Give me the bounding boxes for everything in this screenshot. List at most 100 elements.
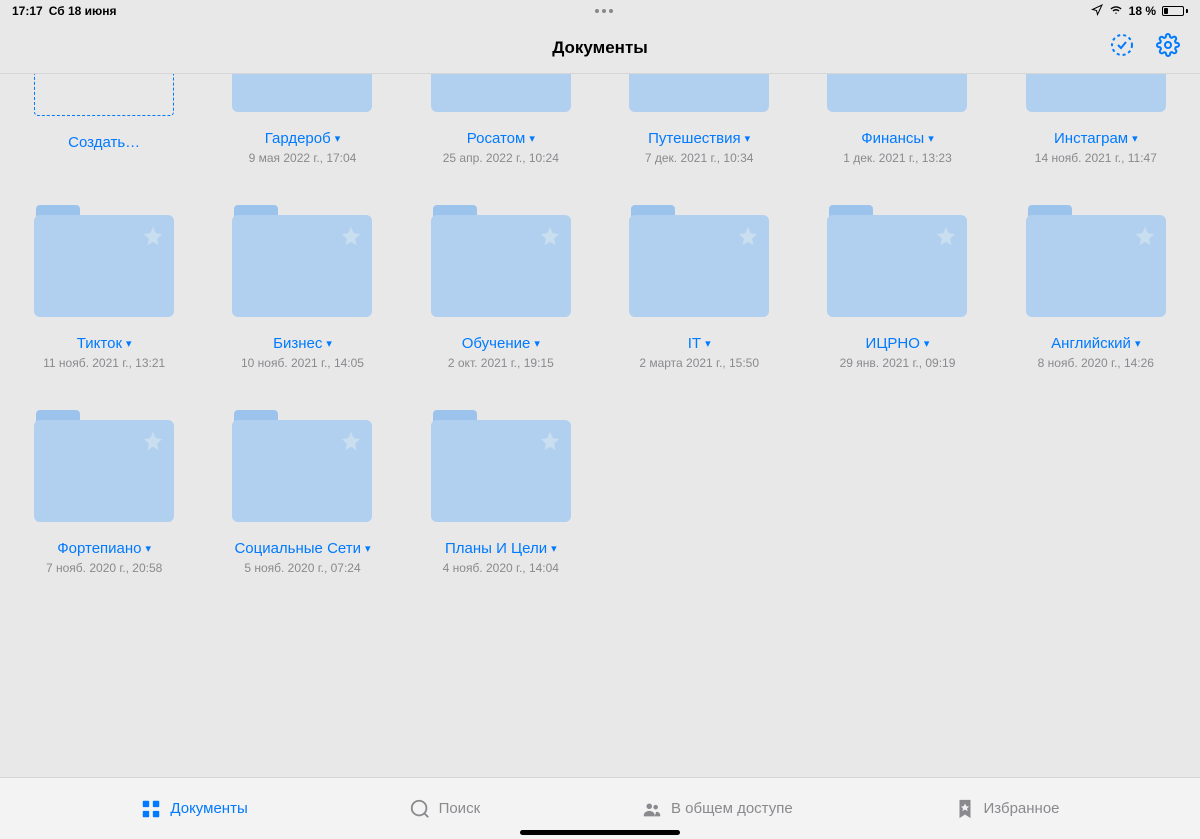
folder-icon[interactable]	[431, 410, 571, 522]
chevron-down-icon: ▾	[126, 337, 132, 350]
folder-date: 9 мая 2022 г., 17:04	[249, 151, 357, 165]
folder-name-label: Гардероб	[265, 130, 331, 147]
folder-tile[interactable]: Тикток ▾ 11 нояб. 2021 г., 13:21	[30, 205, 178, 370]
star-icon	[142, 430, 164, 457]
folder-icon[interactable]	[1026, 205, 1166, 317]
status-left: 17:17 Сб 18 июня	[12, 4, 117, 18]
wifi-icon	[1109, 4, 1123, 19]
star-icon	[935, 225, 957, 252]
folder-icon[interactable]	[431, 74, 571, 112]
folder-date: 2 окт. 2021 г., 19:15	[448, 356, 554, 370]
status-date: Сб 18 июня	[49, 4, 117, 18]
chevron-down-icon: ▾	[924, 337, 930, 350]
folder-icon[interactable]	[232, 74, 372, 112]
tab-documents-label: Документы	[170, 800, 247, 817]
folder-tile[interactable]: Бизнес ▾ 10 нояб. 2021 г., 14:05	[228, 205, 376, 370]
tab-shared[interactable]: В общем доступе	[641, 798, 793, 820]
select-badge-icon[interactable]	[1110, 33, 1134, 62]
folder-date: 4 нояб. 2020 г., 14:04	[443, 561, 559, 575]
status-right: 18 %	[1091, 4, 1188, 19]
folder-tile[interactable]: Инстаграм ▾ 14 нояб. 2021 г., 11:47	[1022, 74, 1170, 165]
folder-date: 11 нояб. 2021 г., 13:21	[43, 356, 165, 370]
star-icon	[539, 225, 561, 252]
chevron-down-icon: ▾	[326, 337, 332, 350]
folder-tile[interactable]: ИЦРНО ▾ 29 янв. 2021 г., 09:19	[823, 205, 971, 370]
folder-name[interactable]: Бизнес ▾	[273, 335, 332, 352]
star-icon	[340, 430, 362, 457]
tab-shared-label: В общем доступе	[671, 800, 793, 817]
status-time: 17:17	[12, 4, 43, 18]
folder-name[interactable]: Обучение ▾	[462, 335, 540, 352]
folder-tile[interactable]: IT ▾ 2 марта 2021 г., 15:50	[625, 205, 773, 370]
star-icon	[340, 225, 362, 252]
folder-name[interactable]: Тикток ▾	[77, 335, 132, 352]
status-bar: 17:17 Сб 18 июня 18 %	[0, 0, 1200, 22]
folder-name[interactable]: Социальные Сети ▾	[234, 540, 370, 557]
folder-name[interactable]: ИЦРНО ▾	[866, 335, 930, 352]
folder-name[interactable]: Планы И Цели ▾	[445, 540, 557, 557]
folder-name[interactable]: Английский ▾	[1051, 335, 1140, 352]
folder-tile[interactable]: Росатом ▾ 25 апр. 2022 г., 10:24	[427, 74, 575, 165]
folder-icon[interactable]	[827, 74, 967, 112]
chevron-down-icon: ▾	[1135, 337, 1141, 350]
folder-name-label: Социальные Сети	[234, 540, 361, 557]
multitask-dots[interactable]	[595, 9, 613, 13]
tab-favorites[interactable]: Избранное	[954, 798, 1060, 820]
create-label: Создать…	[68, 134, 140, 151]
battery-icon	[1162, 6, 1188, 16]
folder-icon[interactable]	[827, 205, 967, 317]
folder-tile[interactable]: Социальные Сети ▾ 5 нояб. 2020 г., 07:24	[228, 410, 376, 575]
folder-icon[interactable]	[232, 205, 372, 317]
folder-name[interactable]: Путешествия ▾	[648, 130, 750, 147]
chevron-down-icon: ▾	[365, 542, 371, 555]
folder-icon[interactable]	[34, 410, 174, 522]
tab-documents[interactable]: Документы	[140, 798, 247, 820]
folder-name-label: Бизнес	[273, 335, 322, 352]
folder-name-label: Путешествия	[648, 130, 741, 147]
star-icon	[142, 225, 164, 252]
folder-icon[interactable]	[232, 410, 372, 522]
chevron-down-icon: ▾	[335, 132, 341, 145]
battery-percent: 18 %	[1129, 4, 1156, 18]
folder-name-label: Тикток	[77, 335, 122, 352]
home-indicator[interactable]	[520, 830, 680, 835]
chevron-down-icon: ▾	[928, 132, 934, 145]
folder-name[interactable]: Инстаграм ▾	[1054, 130, 1138, 147]
folder-icon[interactable]	[1026, 74, 1166, 112]
star-icon	[1134, 225, 1156, 252]
tab-favorites-label: Избранное	[984, 800, 1060, 817]
tab-search-label: Поиск	[439, 800, 481, 817]
folder-tile[interactable]: Фортепиано ▾ 7 нояб. 2020 г., 20:58	[30, 410, 178, 575]
folder-date: 29 янв. 2021 г., 09:19	[840, 356, 956, 370]
folder-name[interactable]: Гардероб ▾	[265, 130, 341, 147]
folder-tile[interactable]: Гардероб ▾ 9 мая 2022 г., 17:04	[228, 74, 376, 165]
folder-date: 7 нояб. 2020 г., 20:58	[46, 561, 162, 575]
create-tile[interactable]: Создать…	[30, 74, 178, 165]
folder-name[interactable]: IT ▾	[688, 335, 711, 352]
folder-icon[interactable]	[34, 205, 174, 317]
folder-icon[interactable]	[629, 205, 769, 317]
folder-date: 14 нояб. 2021 г., 11:47	[1035, 151, 1157, 165]
chevron-down-icon: ▾	[146, 542, 152, 555]
folder-tile[interactable]: Финансы ▾ 1 дек. 2021 г., 13:23	[823, 74, 971, 165]
folder-icon[interactable]	[629, 74, 769, 112]
gear-icon[interactable]	[1156, 33, 1180, 62]
folder-name[interactable]: Финансы ▾	[861, 130, 934, 147]
folder-tile[interactable]: Путешествия ▾ 7 дек. 2021 г., 10:34	[625, 74, 773, 165]
folder-tile[interactable]: Обучение ▾ 2 окт. 2021 г., 19:15	[427, 205, 575, 370]
folder-date: 1 дек. 2021 г., 13:23	[843, 151, 952, 165]
folder-name-label: IT	[688, 335, 701, 352]
folder-date: 8 нояб. 2020 г., 14:26	[1038, 356, 1154, 370]
folder-tile[interactable]: Английский ▾ 8 нояб. 2020 г., 14:26	[1022, 205, 1170, 370]
folder-date: 2 марта 2021 г., 15:50	[639, 356, 759, 370]
folder-date: 25 апр. 2022 г., 10:24	[443, 151, 559, 165]
folder-icon[interactable]	[431, 205, 571, 317]
create-box[interactable]	[34, 74, 174, 116]
chevron-down-icon: ▾	[745, 132, 751, 145]
folder-name-label: Фортепиано	[57, 540, 141, 557]
folder-tile[interactable]: Планы И Цели ▾ 4 нояб. 2020 г., 14:04	[427, 410, 575, 575]
folder-name[interactable]: Росатом ▾	[467, 130, 535, 147]
tab-search[interactable]: Поиск	[409, 798, 481, 820]
folder-name[interactable]: Фортепиано ▾	[57, 540, 151, 557]
folder-grid-content: Создать… Гардероб ▾ 9 мая 2022 г., 17:04…	[0, 74, 1200, 777]
